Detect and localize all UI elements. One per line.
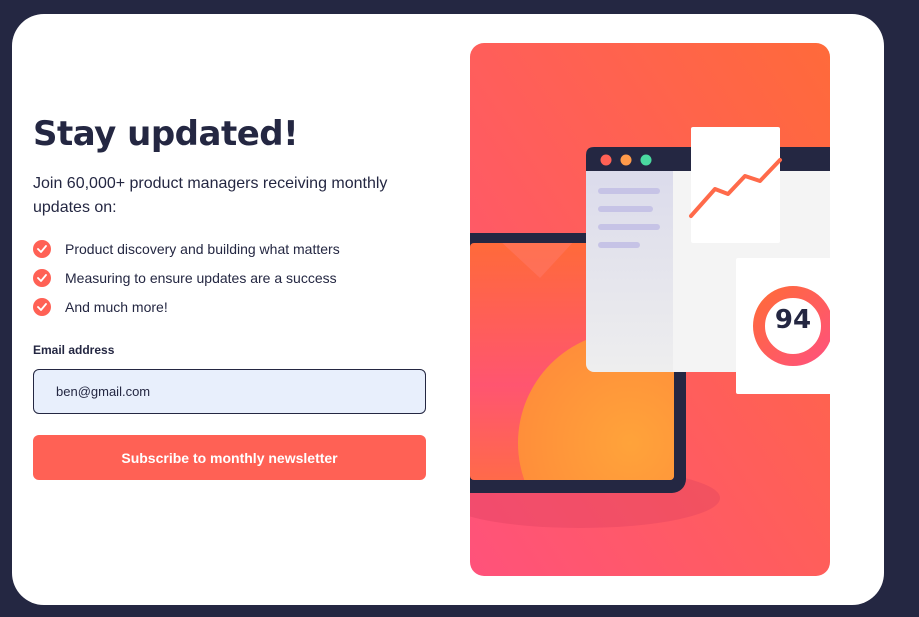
page-title: Stay updated! — [33, 114, 299, 154]
feature-item: Product discovery and building what matt… — [33, 234, 340, 263]
subscribe-button[interactable]: Subscribe to monthly newsletter — [33, 435, 426, 480]
email-label: Email address — [33, 343, 115, 357]
feature-list: Product discovery and building what matt… — [33, 234, 340, 321]
feature-text: Measuring to ensure updates are a succes… — [65, 269, 337, 286]
check-icon — [33, 239, 51, 258]
score-value: 94 — [774, 305, 812, 335]
feature-text: And much more! — [65, 298, 168, 315]
signup-form-panel: Stay updated! Join 60,000+ product manag… — [33, 14, 433, 605]
feature-item: Measuring to ensure updates are a succes… — [33, 263, 340, 292]
signup-card: Stay updated! Join 60,000+ product manag… — [12, 14, 884, 605]
check-icon — [33, 297, 51, 316]
check-icon — [33, 268, 51, 287]
hero-illustration: 94 — [470, 43, 830, 576]
feature-text: Product discovery and building what matt… — [65, 240, 340, 257]
feature-item: And much more! — [33, 292, 340, 321]
page-subtitle: Join 60,000+ product managers receiving … — [33, 175, 388, 216]
email-input[interactable] — [33, 369, 426, 414]
